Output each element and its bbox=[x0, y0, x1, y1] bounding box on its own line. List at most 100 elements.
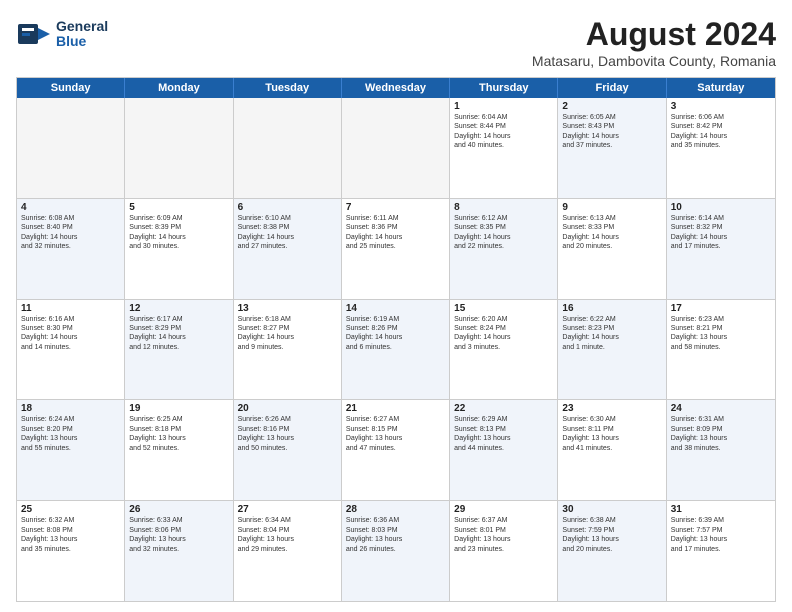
empty-cell-0-2 bbox=[234, 98, 342, 198]
empty-cell-0-1 bbox=[125, 98, 233, 198]
day-info: Sunrise: 6:05 AM Sunset: 8:43 PM Dayligh… bbox=[562, 113, 661, 151]
logo-icon bbox=[16, 16, 52, 52]
day-info: Sunrise: 6:14 AM Sunset: 8:32 PM Dayligh… bbox=[671, 214, 771, 252]
day-cell-24: 24Sunrise: 6:31 AM Sunset: 8:09 PM Dayli… bbox=[667, 400, 775, 500]
day-info: Sunrise: 6:04 AM Sunset: 8:44 PM Dayligh… bbox=[454, 113, 553, 151]
day-number: 29 bbox=[454, 504, 553, 515]
day-number: 6 bbox=[238, 202, 337, 213]
header-day-thursday: Thursday bbox=[450, 78, 558, 98]
sub-title: Matasaru, Dambovita County, Romania bbox=[532, 53, 776, 69]
day-info: Sunrise: 6:20 AM Sunset: 8:24 PM Dayligh… bbox=[454, 315, 553, 353]
day-cell-18: 18Sunrise: 6:24 AM Sunset: 8:20 PM Dayli… bbox=[17, 400, 125, 500]
day-number: 17 bbox=[671, 303, 771, 314]
day-number: 12 bbox=[129, 303, 228, 314]
day-number: 27 bbox=[238, 504, 337, 515]
day-cell-1: 1Sunrise: 6:04 AM Sunset: 8:44 PM Daylig… bbox=[450, 98, 558, 198]
day-info: Sunrise: 6:13 AM Sunset: 8:33 PM Dayligh… bbox=[562, 214, 661, 252]
logo-general: General bbox=[56, 19, 108, 34]
calendar: SundayMondayTuesdayWednesdayThursdayFrid… bbox=[16, 77, 776, 602]
day-info: Sunrise: 6:29 AM Sunset: 8:13 PM Dayligh… bbox=[454, 415, 553, 453]
header-day-saturday: Saturday bbox=[667, 78, 775, 98]
calendar-body: 1Sunrise: 6:04 AM Sunset: 8:44 PM Daylig… bbox=[17, 98, 775, 601]
day-cell-17: 17Sunrise: 6:23 AM Sunset: 8:21 PM Dayli… bbox=[667, 300, 775, 400]
day-cell-25: 25Sunrise: 6:32 AM Sunset: 8:08 PM Dayli… bbox=[17, 501, 125, 601]
day-info: Sunrise: 6:10 AM Sunset: 8:38 PM Dayligh… bbox=[238, 214, 337, 252]
header-day-friday: Friday bbox=[558, 78, 666, 98]
day-number: 28 bbox=[346, 504, 445, 515]
day-cell-12: 12Sunrise: 6:17 AM Sunset: 8:29 PM Dayli… bbox=[125, 300, 233, 400]
day-cell-7: 7Sunrise: 6:11 AM Sunset: 8:36 PM Daylig… bbox=[342, 199, 450, 299]
day-number: 10 bbox=[671, 202, 771, 213]
day-cell-22: 22Sunrise: 6:29 AM Sunset: 8:13 PM Dayli… bbox=[450, 400, 558, 500]
day-info: Sunrise: 6:30 AM Sunset: 8:11 PM Dayligh… bbox=[562, 415, 661, 453]
day-cell-16: 16Sunrise: 6:22 AM Sunset: 8:23 PM Dayli… bbox=[558, 300, 666, 400]
day-cell-20: 20Sunrise: 6:26 AM Sunset: 8:16 PM Dayli… bbox=[234, 400, 342, 500]
header: General Blue August 2024 Matasaru, Dambo… bbox=[16, 16, 776, 69]
day-number: 19 bbox=[129, 403, 228, 414]
day-number: 25 bbox=[21, 504, 120, 515]
day-info: Sunrise: 6:31 AM Sunset: 8:09 PM Dayligh… bbox=[671, 415, 771, 453]
day-info: Sunrise: 6:19 AM Sunset: 8:26 PM Dayligh… bbox=[346, 315, 445, 353]
day-cell-31: 31Sunrise: 6:39 AM Sunset: 7:57 PM Dayli… bbox=[667, 501, 775, 601]
day-info: Sunrise: 6:16 AM Sunset: 8:30 PM Dayligh… bbox=[21, 315, 120, 353]
day-cell-13: 13Sunrise: 6:18 AM Sunset: 8:27 PM Dayli… bbox=[234, 300, 342, 400]
day-number: 3 bbox=[671, 101, 771, 112]
day-info: Sunrise: 6:11 AM Sunset: 8:36 PM Dayligh… bbox=[346, 214, 445, 252]
day-number: 31 bbox=[671, 504, 771, 515]
day-cell-30: 30Sunrise: 6:38 AM Sunset: 7:59 PM Dayli… bbox=[558, 501, 666, 601]
day-info: Sunrise: 6:38 AM Sunset: 7:59 PM Dayligh… bbox=[562, 516, 661, 554]
day-cell-2: 2Sunrise: 6:05 AM Sunset: 8:43 PM Daylig… bbox=[558, 98, 666, 198]
day-cell-23: 23Sunrise: 6:30 AM Sunset: 8:11 PM Dayli… bbox=[558, 400, 666, 500]
calendar-row-3: 18Sunrise: 6:24 AM Sunset: 8:20 PM Dayli… bbox=[17, 400, 775, 501]
day-number: 23 bbox=[562, 403, 661, 414]
day-info: Sunrise: 6:17 AM Sunset: 8:29 PM Dayligh… bbox=[129, 315, 228, 353]
day-info: Sunrise: 6:18 AM Sunset: 8:27 PM Dayligh… bbox=[238, 315, 337, 353]
day-number: 4 bbox=[21, 202, 120, 213]
day-number: 1 bbox=[454, 101, 553, 112]
day-number: 30 bbox=[562, 504, 661, 515]
day-number: 9 bbox=[562, 202, 661, 213]
day-info: Sunrise: 6:26 AM Sunset: 8:16 PM Dayligh… bbox=[238, 415, 337, 453]
day-number: 13 bbox=[238, 303, 337, 314]
day-number: 7 bbox=[346, 202, 445, 213]
day-info: Sunrise: 6:06 AM Sunset: 8:42 PM Dayligh… bbox=[671, 113, 771, 151]
header-day-sunday: Sunday bbox=[17, 78, 125, 98]
logo-blue: Blue bbox=[56, 34, 108, 49]
day-cell-6: 6Sunrise: 6:10 AM Sunset: 8:38 PM Daylig… bbox=[234, 199, 342, 299]
header-day-tuesday: Tuesday bbox=[234, 78, 342, 98]
day-number: 5 bbox=[129, 202, 228, 213]
empty-cell-0-3 bbox=[342, 98, 450, 198]
title-block: August 2024 Matasaru, Dambovita County, … bbox=[532, 16, 776, 69]
day-cell-14: 14Sunrise: 6:19 AM Sunset: 8:26 PM Dayli… bbox=[342, 300, 450, 400]
empty-cell-0-0 bbox=[17, 98, 125, 198]
day-number: 22 bbox=[454, 403, 553, 414]
page: General Blue August 2024 Matasaru, Dambo… bbox=[0, 0, 792, 612]
day-info: Sunrise: 6:39 AM Sunset: 7:57 PM Dayligh… bbox=[671, 516, 771, 554]
day-number: 8 bbox=[454, 202, 553, 213]
header-day-wednesday: Wednesday bbox=[342, 78, 450, 98]
day-cell-5: 5Sunrise: 6:09 AM Sunset: 8:39 PM Daylig… bbox=[125, 199, 233, 299]
day-info: Sunrise: 6:08 AM Sunset: 8:40 PM Dayligh… bbox=[21, 214, 120, 252]
day-cell-3: 3Sunrise: 6:06 AM Sunset: 8:42 PM Daylig… bbox=[667, 98, 775, 198]
day-cell-21: 21Sunrise: 6:27 AM Sunset: 8:15 PM Dayli… bbox=[342, 400, 450, 500]
day-info: Sunrise: 6:22 AM Sunset: 8:23 PM Dayligh… bbox=[562, 315, 661, 353]
day-info: Sunrise: 6:24 AM Sunset: 8:20 PM Dayligh… bbox=[21, 415, 120, 453]
day-number: 18 bbox=[21, 403, 120, 414]
day-info: Sunrise: 6:09 AM Sunset: 8:39 PM Dayligh… bbox=[129, 214, 228, 252]
calendar-row-2: 11Sunrise: 6:16 AM Sunset: 8:30 PM Dayli… bbox=[17, 300, 775, 401]
day-number: 2 bbox=[562, 101, 661, 112]
day-info: Sunrise: 6:33 AM Sunset: 8:06 PM Dayligh… bbox=[129, 516, 228, 554]
day-number: 21 bbox=[346, 403, 445, 414]
day-info: Sunrise: 6:37 AM Sunset: 8:01 PM Dayligh… bbox=[454, 516, 553, 554]
day-info: Sunrise: 6:34 AM Sunset: 8:04 PM Dayligh… bbox=[238, 516, 337, 554]
day-cell-19: 19Sunrise: 6:25 AM Sunset: 8:18 PM Dayli… bbox=[125, 400, 233, 500]
day-cell-8: 8Sunrise: 6:12 AM Sunset: 8:35 PM Daylig… bbox=[450, 199, 558, 299]
calendar-row-1: 4Sunrise: 6:08 AM Sunset: 8:40 PM Daylig… bbox=[17, 199, 775, 300]
day-info: Sunrise: 6:36 AM Sunset: 8:03 PM Dayligh… bbox=[346, 516, 445, 554]
day-number: 15 bbox=[454, 303, 553, 314]
day-cell-29: 29Sunrise: 6:37 AM Sunset: 8:01 PM Dayli… bbox=[450, 501, 558, 601]
day-number: 14 bbox=[346, 303, 445, 314]
day-cell-10: 10Sunrise: 6:14 AM Sunset: 8:32 PM Dayli… bbox=[667, 199, 775, 299]
day-number: 20 bbox=[238, 403, 337, 414]
day-cell-9: 9Sunrise: 6:13 AM Sunset: 8:33 PM Daylig… bbox=[558, 199, 666, 299]
